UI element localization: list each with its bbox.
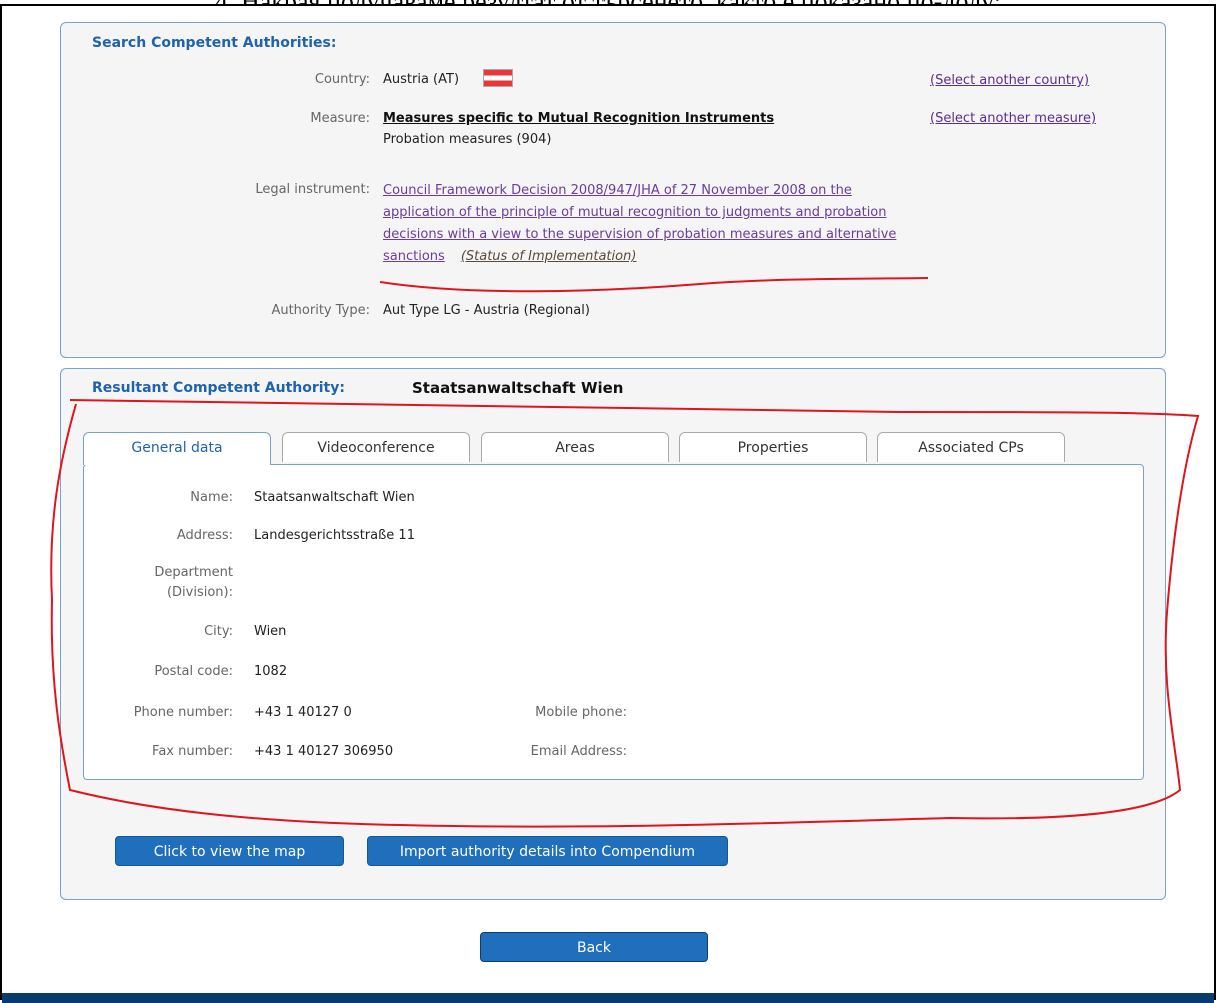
view-map-button[interactable]: Click to view the map (115, 836, 344, 866)
phone-number-value: +43 1 40127 0 (254, 705, 352, 720)
authority-type-value: Aut Type LG - Austria (Regional) (383, 303, 590, 318)
tab-associated-cps[interactable]: Associated CPs (877, 432, 1065, 462)
legal-instrument-label: Legal instrument: (255, 182, 370, 197)
tab-areas[interactable]: Areas (481, 432, 669, 462)
import-authority-button[interactable]: Import authority details into Compendium (367, 836, 728, 866)
austria-flag-icon (483, 69, 513, 87)
resultant-authority-name: Staatsanwaltschaft Wien (412, 379, 624, 397)
page-footer-bar (2, 993, 1214, 1003)
tab-general-data[interactable]: General data (83, 432, 271, 465)
select-another-country-link[interactable]: (Select another country) (930, 73, 1089, 88)
address-value: Landesgerichtsstraße 11 (254, 528, 415, 543)
fax-number-label: Fax number: (152, 744, 233, 759)
fax-number-value: +43 1 40127 306950 (254, 744, 394, 759)
result-panel-title: Resultant Competent Authority: (92, 380, 345, 396)
postal-code-value: 1082 (254, 664, 288, 679)
search-panel-title: Search Competent Authorities: (92, 35, 337, 51)
measure-label: Measure: (310, 111, 370, 126)
status-of-implementation-link[interactable]: (Status of Implementation) (461, 249, 637, 264)
department-label-line1: Department (154, 565, 233, 580)
name-value: Staatsanwaltschaft Wien (254, 490, 415, 505)
authority-type-label: Authority Type: (271, 303, 370, 318)
measure-subvalue: Probation measures (904) (383, 132, 552, 147)
email-address-label: Email Address: (530, 744, 627, 759)
tab-videoconference[interactable]: Videoconference (282, 432, 470, 462)
mobile-phone-label: Mobile phone: (535, 705, 627, 720)
measure-value-link[interactable]: Measures specific to Mutual Recognition … (383, 111, 774, 126)
postal-code-label: Postal code: (154, 664, 233, 679)
city-value: Wien (254, 624, 287, 639)
general-data-content (83, 464, 1144, 780)
name-label: Name: (190, 490, 233, 505)
tab-properties[interactable]: Properties (679, 432, 867, 462)
legal-instrument-link[interactable]: Council Framework Decision 2008/947/JHA … (383, 183, 896, 264)
country-value: Austria (AT) (383, 72, 460, 87)
department-label-line2: (Division): (166, 585, 233, 600)
select-another-measure-link[interactable]: (Select another measure) (930, 111, 1096, 126)
city-label: City: (204, 624, 233, 639)
legal-instrument-block: Council Framework Decision 2008/947/JHA … (383, 180, 903, 268)
address-label: Address: (176, 528, 233, 543)
phone-number-label: Phone number: (133, 705, 233, 720)
back-button[interactable]: Back (480, 932, 708, 962)
country-label: Country: (314, 72, 370, 87)
